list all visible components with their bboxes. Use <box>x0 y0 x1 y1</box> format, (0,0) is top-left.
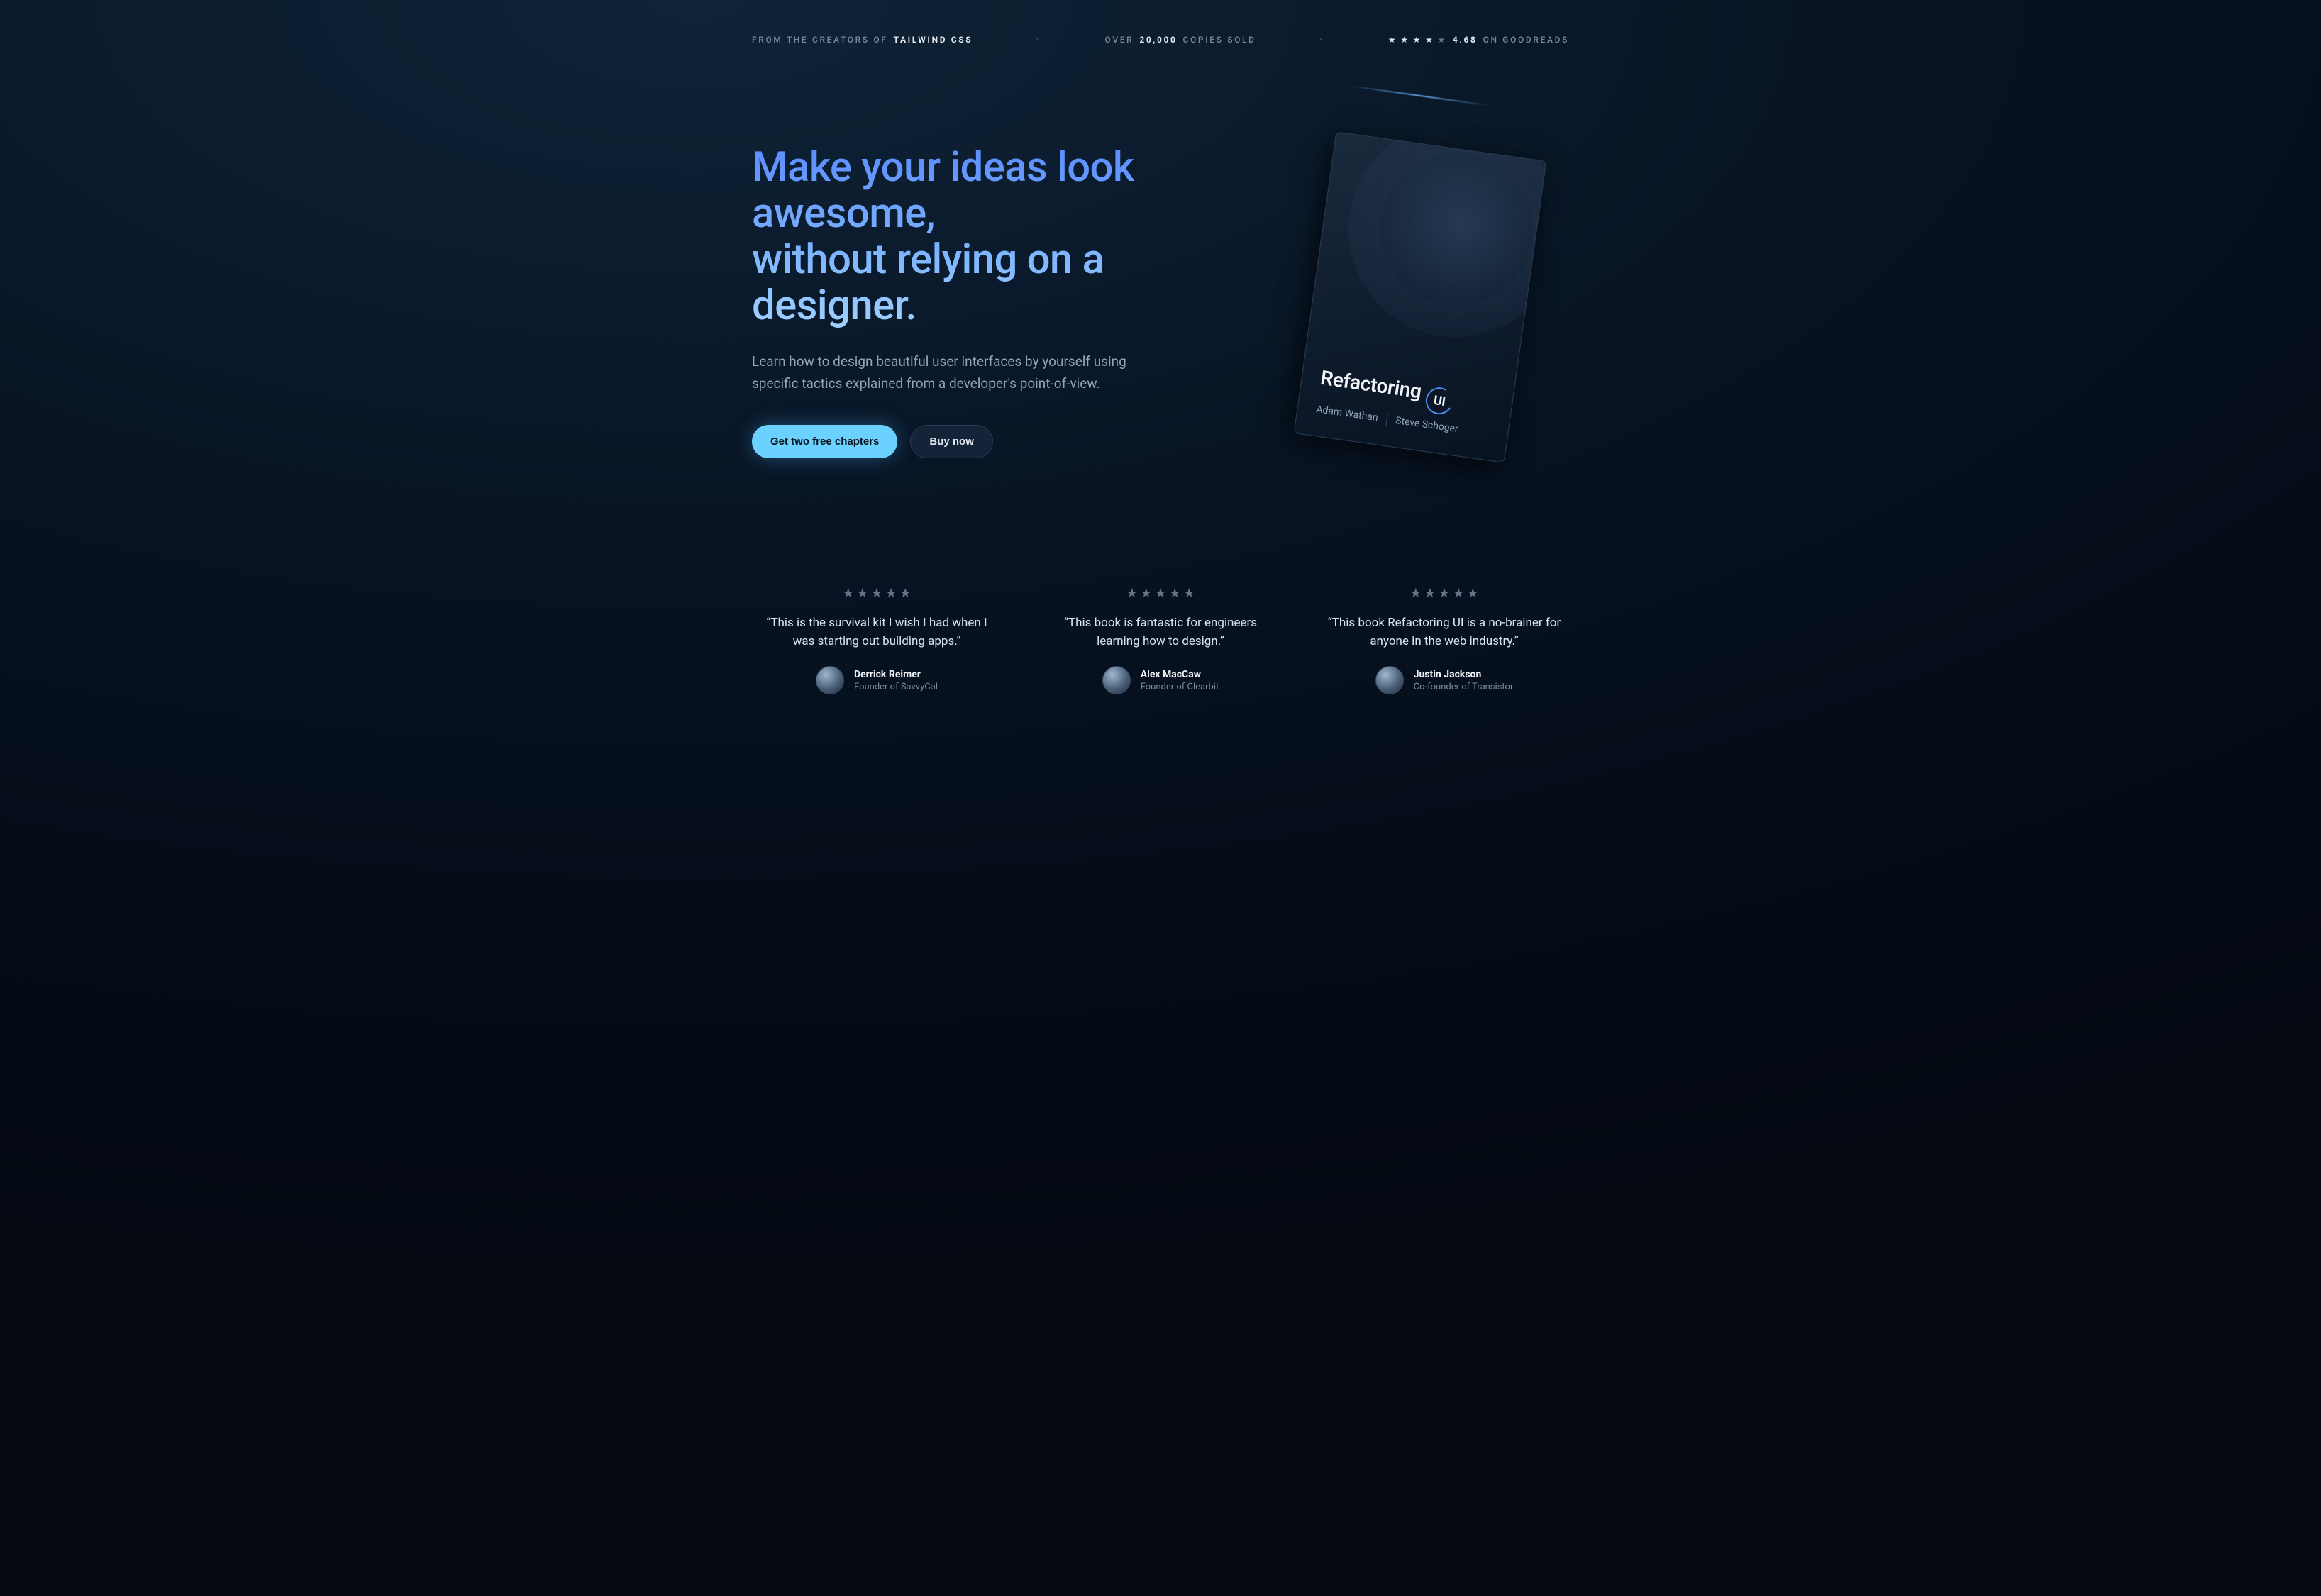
star-icon: ★ <box>885 586 897 601</box>
book-cover: Refactoring UI Adam Wathan Steve Schoger <box>1294 131 1547 463</box>
star-icon: ★ <box>1425 35 1434 45</box>
get-free-chapters-button[interactable]: Get two free chapters <box>752 425 897 458</box>
author-1: Adam Wathan <box>1315 404 1378 423</box>
person-role: Founder of Clearbit <box>1141 682 1219 692</box>
testimonial-stars: ★ ★ ★ ★ ★ <box>1410 586 1479 601</box>
star-icon: ★ <box>1141 586 1152 601</box>
testimonials-section: ★ ★ ★ ★ ★ “This is the survival kit I wi… <box>752 586 1569 695</box>
testimonial-person: Alex MacCaw Founder of Clearbit <box>1036 666 1285 694</box>
copies-suffix: COPIES SOLD <box>1183 35 1256 45</box>
testimonial-card: ★ ★ ★ ★ ★ “This book is fantastic for en… <box>1036 586 1285 695</box>
author-divider <box>1385 413 1387 426</box>
author-2: Steve Schoger <box>1395 415 1459 435</box>
testimonial-stars: ★ ★ ★ ★ ★ <box>1126 586 1195 601</box>
star-icon: ★ <box>1410 586 1422 601</box>
avatar <box>1102 666 1131 694</box>
book-illustration: Refactoring UI Adam Wathan Steve Schoger <box>1271 145 1569 450</box>
rating-value: 4.68 <box>1453 35 1478 45</box>
star-icon: ★ <box>1155 586 1166 601</box>
star-icon: ★ <box>1388 35 1397 45</box>
cta-row: Get two free chapters Buy now <box>752 425 1243 458</box>
copies-strong: 20,000 <box>1139 35 1177 45</box>
hero-section: Make your ideas look awesome, without re… <box>752 145 1569 458</box>
copies-sold: OVER 20,000 COPIES SOLD <box>1105 35 1256 45</box>
testimonial-person: Derrick Reimer Founder of SavvyCal <box>752 666 1002 694</box>
testimonial-quote: “This book Refactoring UI is a no-braine… <box>1327 614 1561 651</box>
star-icon: ★ <box>899 586 911 601</box>
book-title-badge: UI <box>1424 385 1456 417</box>
star-icon: ★ <box>857 586 868 601</box>
star-icon: ★ <box>1126 586 1138 601</box>
avatar <box>1375 666 1404 694</box>
headline-line-2: without relying on a designer. <box>752 235 1104 330</box>
hero-copy: Make your ideas look awesome, without re… <box>752 145 1243 458</box>
star-icon: ★ <box>1400 35 1409 45</box>
creators-prefix: FROM THE CREATORS OF <box>752 35 888 45</box>
creators-credit: FROM THE CREATORS OF TAILWIND CSS <box>752 35 973 45</box>
person-name: Justin Jackson <box>1414 669 1514 680</box>
star-icon: ★ <box>1169 586 1180 601</box>
landing-page: FROM THE CREATORS OF TAILWIND CSS • OVER… <box>707 0 1614 751</box>
creators-strong: TAILWIND CSS <box>894 35 973 45</box>
star-icon: ★ <box>1413 35 1422 45</box>
testimonial-quote: “This is the survival kit I wish I had w… <box>760 614 994 651</box>
testimonial-card: ★ ★ ★ ★ ★ “This book Refactoring UI is a… <box>1319 586 1569 695</box>
star-icon: ★ <box>871 586 882 601</box>
top-bar: FROM THE CREATORS OF TAILWIND CSS • OVER… <box>752 34 1569 45</box>
separator-dot: • <box>1036 34 1042 45</box>
person-name: Derrick Reimer <box>854 669 938 680</box>
rating-suffix: ON GOODREADS <box>1483 35 1569 45</box>
headline-line-1: Make your ideas look awesome, <box>752 143 1134 238</box>
light-flare <box>1350 85 1490 106</box>
person-role: Co-founder of Transistor <box>1414 682 1514 692</box>
star-icon: ★ <box>1467 586 1478 601</box>
star-icon: ★ <box>843 586 854 601</box>
person-name: Alex MacCaw <box>1141 669 1219 680</box>
star-icon: ★ <box>1439 586 1450 601</box>
star-half-icon: ★ <box>1437 35 1446 45</box>
star-icon: ★ <box>1424 586 1436 601</box>
separator-dot: • <box>1319 34 1325 45</box>
star-icon: ★ <box>1453 586 1464 601</box>
avatar <box>816 666 844 694</box>
book-title-word: Refactoring <box>1319 365 1423 403</box>
person-role: Founder of SavvyCal <box>854 682 938 692</box>
testimonial-card: ★ ★ ★ ★ ★ “This is the survival kit I wi… <box>752 586 1002 695</box>
testimonial-quote: “This book is fantastic for engineers le… <box>1043 614 1278 651</box>
hero-headline: Make your ideas look awesome, without re… <box>752 145 1243 329</box>
testimonial-person: Justin Jackson Co-founder of Transistor <box>1319 666 1569 694</box>
star-icon: ★ <box>1183 586 1195 601</box>
hero-subhead: Learn how to design beautiful user inter… <box>752 350 1149 395</box>
testimonial-stars: ★ ★ ★ ★ ★ <box>843 586 912 601</box>
copies-prefix: OVER <box>1105 35 1134 45</box>
buy-now-button[interactable]: Buy now <box>910 425 993 458</box>
goodreads-rating: ★ ★ ★ ★ ★ 4.68 ON GOODREADS <box>1388 35 1569 45</box>
rating-stars: ★ ★ ★ ★ ★ <box>1388 35 1447 45</box>
